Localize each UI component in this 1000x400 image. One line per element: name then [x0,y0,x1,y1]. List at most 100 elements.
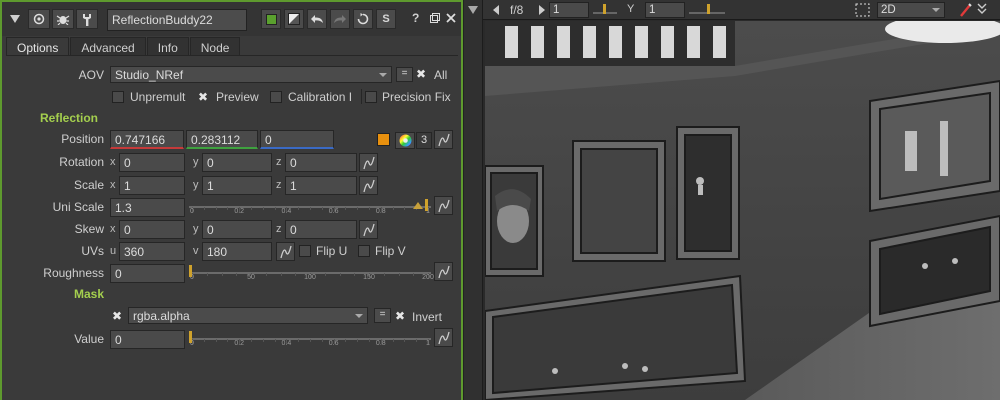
properties-titlebar: ReflectionBuddy22 S ? [2,2,461,36]
slider-handle[interactable] [425,199,428,211]
channel-count-button[interactable]: 3 [416,132,432,149]
precision-fix-checkbox[interactable] [365,91,377,103]
script-button[interactable]: S [376,9,396,29]
reset-color-icon[interactable] [284,9,304,29]
node-name-field[interactable]: ReflectionBuddy22 [107,9,247,31]
gamma-slider[interactable] [689,2,725,18]
slider-handle[interactable] [189,265,192,277]
scale-x-field[interactable]: 1 [119,176,185,195]
tab-advanced[interactable]: Advanced [70,37,146,56]
flip-v-checkbox[interactable] [358,245,370,257]
skew-y-field[interactable]: 0 [202,220,272,239]
separator [361,89,362,104]
rotation-x-field[interactable]: 0 [119,153,185,172]
slider-overflow-marker[interactable] [413,202,423,209]
calibration-checkbox[interactable] [270,91,282,103]
invert-checkbox[interactable]: ✖ [395,309,405,323]
skew-curve-button[interactable] [359,220,378,239]
undo-icon[interactable] [307,9,327,29]
color-swatch[interactable] [377,133,390,146]
help-button[interactable]: ? [412,11,419,25]
slider-tick [274,339,276,342]
mask-value-curve-button[interactable] [434,328,453,347]
tab-divider [6,55,458,56]
uni-scale-field[interactable]: 1.3 [110,198,185,217]
bug-icon[interactable] [52,9,74,29]
slider-tick [227,207,229,210]
slider-tick-label: 0.2 [234,340,245,347]
viewer-canvas[interactable] [485,21,1000,400]
uni-scale-slider[interactable]: 0 0.2 0.4 0.6 0.8 1 [189,198,431,217]
double-chevron-icon[interactable] [977,3,987,18]
slider-tick [392,207,394,210]
uvs-u-field[interactable]: 360 [119,242,185,261]
exposure-slider[interactable] [593,2,617,18]
region-select-icon[interactable] [855,3,870,20]
slider-tick [265,273,267,276]
color-wheel-icon[interactable] [395,132,415,149]
skew-x-axis-label: x [110,223,116,235]
pane-divider[interactable] [463,0,483,400]
aov-link-button[interactable]: = [396,67,413,82]
gamma-field[interactable]: 1 [645,2,685,18]
mask-value-slider[interactable]: 0 0.2 0.4 0.6 0.8 1 [189,330,431,349]
mask-link-button[interactable]: = [374,308,391,323]
position-y-field[interactable]: 0.283112 [186,130,258,149]
slider-tick-label: 0.8 [375,340,386,347]
skew-x-field[interactable]: 0 [119,220,185,239]
mask-enable-checkbox[interactable]: ✖ [112,309,122,323]
scale-curve-button[interactable] [359,176,378,195]
prev-fstop-icon[interactable] [493,5,499,18]
slider-handle[interactable] [189,331,192,343]
frame-field[interactable]: 1 [549,2,589,18]
tab-info[interactable]: Info [146,37,189,56]
position-curve-button[interactable] [434,130,453,149]
preview-checkbox[interactable]: ✖ [198,90,208,104]
scale-y-field[interactable]: 1 [202,176,272,195]
skew-z-field[interactable]: 0 [285,220,357,239]
all-checkbox[interactable]: ✖ [416,67,426,81]
roughness-field[interactable]: 0 [110,264,185,283]
aov-value: Studio_NRef [115,68,184,82]
position-z-field[interactable]: 0 [260,130,334,149]
view-mode-dropdown[interactable]: 2D [877,2,945,18]
uni-scale-curve-button[interactable] [434,196,453,215]
unpremult-checkbox[interactable] [112,91,124,103]
redo-icon[interactable] [330,9,350,29]
flip-u-checkbox[interactable] [299,245,311,257]
position-x-field[interactable]: 0.747166 [110,130,184,149]
slider-tick [345,339,347,342]
uvs-v-field[interactable]: 180 [202,242,272,261]
collapse-arrow-icon[interactable] [6,9,24,29]
all-label: All [434,68,448,82]
close-panel-icon[interactable] [446,11,456,26]
tab-options[interactable]: Options [6,37,70,56]
viewer-toolbar: f/8 1 Y 1 2D [483,0,1000,20]
revert-icon[interactable] [353,9,373,29]
tab-node[interactable]: Node [189,37,241,56]
slider-tick [357,207,359,210]
mask-section-title: Mask [74,287,105,301]
scale-x-axis-label: x [110,179,116,191]
slider-tick [369,207,370,210]
mask-value-field[interactable]: 0 [110,330,185,349]
next-fstop-icon[interactable] [539,5,545,18]
roughness-slider[interactable]: 0 50 100 150 200 [189,264,434,283]
aov-dropdown[interactable]: Studio_NRef [110,66,392,83]
slider-tick [215,207,217,210]
mask-channel-dropdown[interactable]: rgba.alpha [128,307,368,324]
wrench-icon[interactable] [76,9,98,29]
roughness-curve-button[interactable] [434,262,453,281]
rotation-curve-button[interactable] [359,153,378,172]
chevron-down-icon[interactable] [468,5,478,17]
node-color-button[interactable] [261,9,281,29]
float-panel-icon[interactable] [430,11,440,26]
view-mode-value: 2D [881,4,896,16]
uvs-curve-button[interactable] [276,242,295,261]
paint-brush-icon[interactable] [959,2,973,21]
rotation-y-field[interactable]: 0 [202,153,272,172]
center-node-icon[interactable] [28,9,50,29]
rotation-z-field[interactable]: 0 [285,153,357,172]
skew-y-axis-label: y [193,223,199,235]
scale-z-field[interactable]: 1 [285,176,357,195]
